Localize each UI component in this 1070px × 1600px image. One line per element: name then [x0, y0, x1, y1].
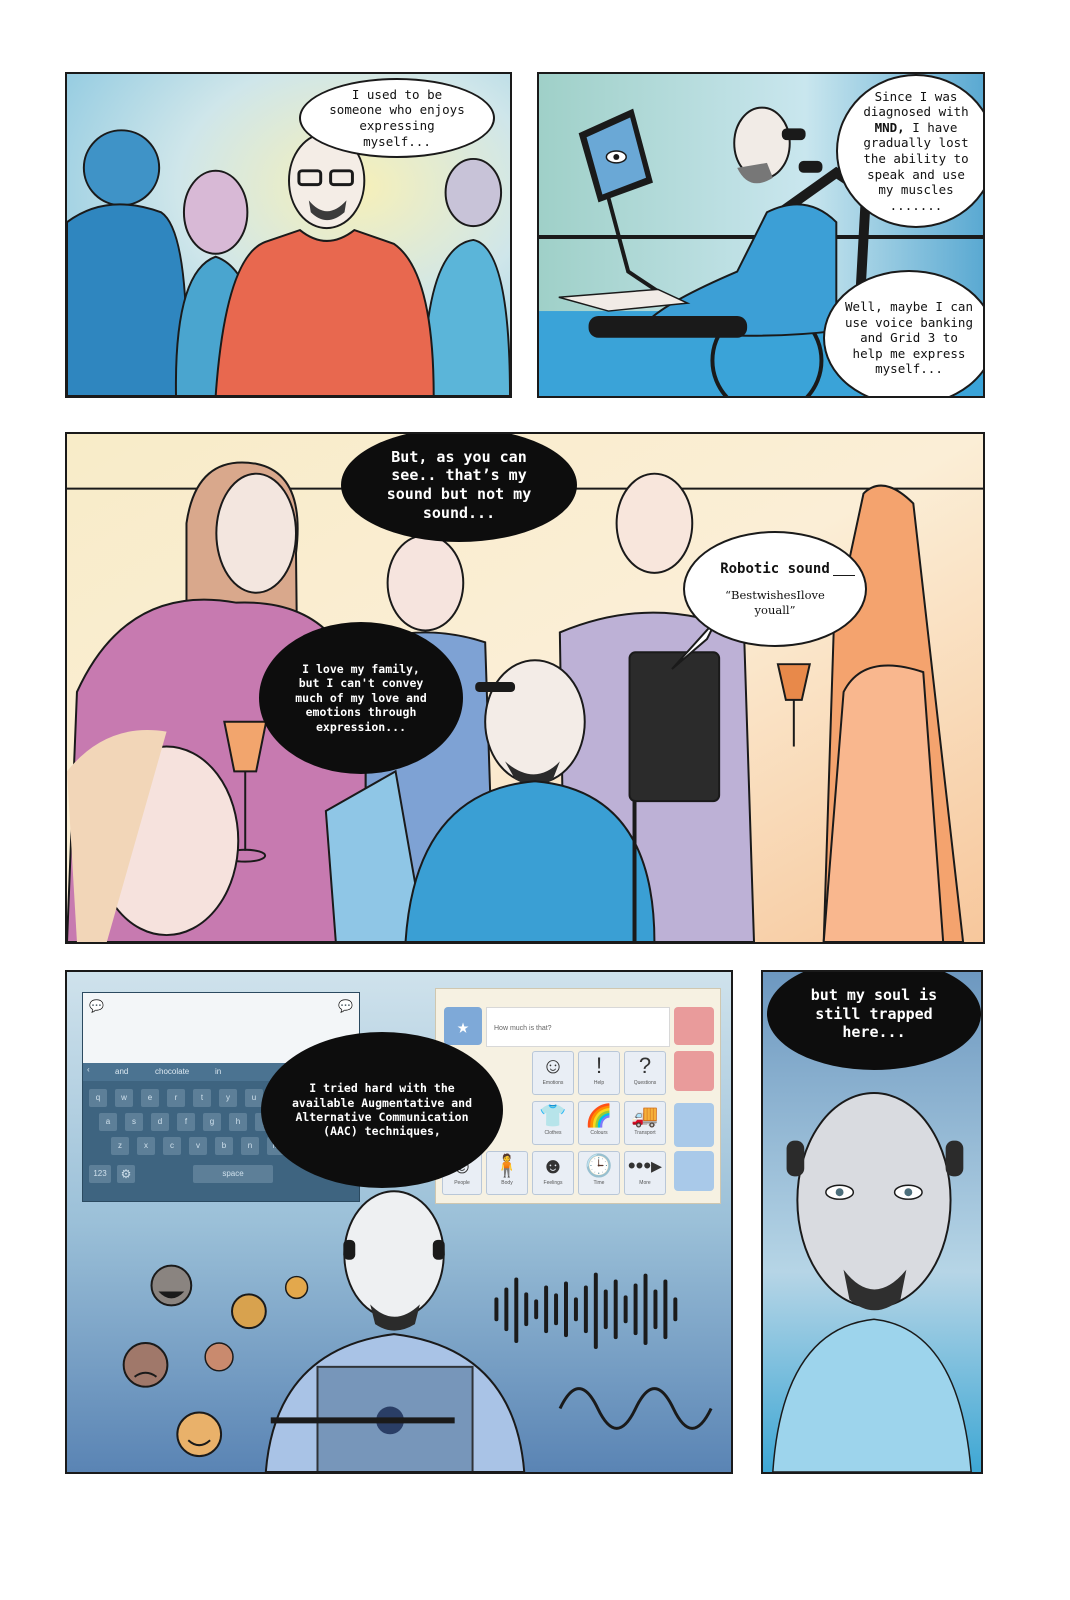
- speak-button[interactable]: [674, 1007, 714, 1045]
- space-key[interactable]: space: [193, 1165, 273, 1183]
- symbol-cell-colours[interactable]: 🌈 Colours: [578, 1101, 620, 1145]
- help-icon: !: [595, 1053, 603, 1078]
- symbol-cell-more[interactable]: •••▸ More: [624, 1151, 666, 1195]
- panel-2-wheelchair: Since I was diagnosed with MND, I have g…: [537, 72, 985, 398]
- speech-bubble-mnd: Since I was diagnosed with MND, I have g…: [836, 74, 983, 228]
- speech-bubble-robotic-sound: Robotic sound “BestwishesIlove youall”: [683, 531, 867, 647]
- grid-star-icon[interactable]: ★: [444, 1007, 482, 1045]
- key-b[interactable]: b: [215, 1137, 233, 1155]
- emoji-kiss-icon: [284, 1275, 309, 1300]
- symbol-cell-transport[interactable]: 🚚 Transport: [624, 1101, 666, 1145]
- panel-1-party-past: I used to be someone who enjoys expressi…: [65, 72, 512, 398]
- symbol-label: Body: [501, 1180, 513, 1186]
- key-s[interactable]: s: [125, 1113, 143, 1131]
- speech-bubble-intro: I used to be someone who enjoys expressi…: [299, 78, 495, 158]
- key-f[interactable]: f: [177, 1113, 195, 1131]
- key-h[interactable]: h: [229, 1113, 247, 1131]
- clear-button[interactable]: [674, 1051, 714, 1091]
- emoji-angry-icon: [122, 1342, 169, 1388]
- symbol-label: Help: [593, 1080, 605, 1086]
- settings-gear-icon[interactable]: ⚙: [117, 1165, 135, 1183]
- suggestion-1[interactable]: and: [115, 1067, 128, 1076]
- speech-bubble-aac: I tried hard with the available Augmenta…: [261, 1032, 503, 1188]
- chat-bubble-icon[interactable]: 💬: [338, 999, 353, 1013]
- key-q[interactable]: q: [89, 1089, 107, 1107]
- key-c[interactable]: c: [163, 1137, 181, 1155]
- suggestion-3[interactable]: in: [215, 1067, 221, 1076]
- robotic-sound-text: “BestwishesIlove youall”: [725, 588, 825, 617]
- emoji-love-icon: [176, 1411, 223, 1458]
- key-t[interactable]: t: [193, 1089, 211, 1107]
- emoji-silly-icon: [231, 1293, 267, 1330]
- speech-bubble-voice-banking: Well, maybe I can use voice banking and …: [823, 270, 983, 396]
- key-r[interactable]: r: [167, 1089, 185, 1107]
- emoji-laughing-icon: [150, 1264, 193, 1307]
- emoji-surprised-icon: [204, 1342, 234, 1372]
- key-v[interactable]: v: [189, 1137, 207, 1155]
- key-w[interactable]: w: [115, 1089, 133, 1107]
- symbol-label: Emotions: [542, 1080, 564, 1086]
- robotic-sound-line: [833, 575, 855, 576]
- symbol-label: Clothes: [544, 1130, 562, 1136]
- key-n[interactable]: n: [241, 1137, 259, 1155]
- keyboard-button[interactable]: [674, 1151, 714, 1191]
- key-x[interactable]: x: [137, 1137, 155, 1155]
- panel-5-trapped-soul: but my soul is still trapped here...: [761, 970, 983, 1474]
- clothes-icon: 👕: [539, 1103, 567, 1128]
- chat-icon[interactable]: 💬: [89, 999, 104, 1013]
- key-z[interactable]: z: [111, 1137, 129, 1155]
- colours-icon: 🌈: [585, 1103, 613, 1128]
- symbol-cell-emotions[interactable]: ☺ Emotions: [532, 1051, 574, 1095]
- panel-3-family-gathering: But, as you can see.. that’s my sound bu…: [65, 432, 985, 944]
- chat-button[interactable]: [674, 1103, 714, 1147]
- symbol-cell-help[interactable]: ! Help: [578, 1051, 620, 1095]
- symbol-label: Time: [593, 1180, 605, 1186]
- symbol-cell-time[interactable]: 🕒 Time: [578, 1151, 620, 1195]
- symbol-label: Colours: [590, 1130, 608, 1136]
- suggestion-2[interactable]: chocolate: [155, 1067, 189, 1076]
- key-a[interactable]: a: [99, 1113, 117, 1131]
- time-icon: 🕒: [585, 1153, 613, 1178]
- back-arrow-icon[interactable]: ‹: [87, 1065, 90, 1074]
- emotions-icon: ☺: [541, 1053, 565, 1078]
- speech-bubble-family: I love my family, but I can't convey muc…: [259, 622, 463, 774]
- feelings-icon: ☻: [541, 1153, 565, 1178]
- key-g[interactable]: g: [203, 1113, 221, 1131]
- more-icon: •••▸: [627, 1153, 663, 1178]
- mnd-text: Since I was diagnosed with MND, I have g…: [863, 88, 969, 213]
- key-y[interactable]: y: [219, 1089, 237, 1107]
- symbol-label: Transport: [634, 1130, 656, 1136]
- symbol-cell-body[interactable]: 🧍 Body: [486, 1151, 528, 1195]
- body-icon: 🧍: [493, 1153, 521, 1178]
- questions-icon: ?: [638, 1053, 652, 1078]
- symbol-cell-questions[interactable]: ? Questions: [624, 1051, 666, 1095]
- symbol-label: People: [454, 1180, 470, 1186]
- transport-icon: 🚚: [631, 1103, 659, 1128]
- symbol-label: More: [639, 1180, 651, 1186]
- grid-prompt: How much is that?: [494, 1025, 552, 1032]
- symbol-cell-feelings[interactable]: ☻ Feelings: [532, 1151, 574, 1195]
- speech-bubble-not-my-sound: But, as you can see.. that’s my sound bu…: [341, 434, 577, 542]
- robotic-sound-title: Robotic sound: [720, 560, 830, 577]
- symbol-label: Feelings: [543, 1180, 563, 1186]
- symbol-label: Questions: [633, 1080, 657, 1086]
- numbers-key[interactable]: 123: [89, 1165, 111, 1183]
- key-e[interactable]: e: [141, 1089, 159, 1107]
- symbol-cell-clothes[interactable]: 👕 Clothes: [532, 1101, 574, 1145]
- key-d[interactable]: d: [151, 1113, 169, 1131]
- panel-4-aac-techniques: 💬 💬 ‹ and chocolate in qwertyuiopasdfghj…: [65, 970, 733, 1474]
